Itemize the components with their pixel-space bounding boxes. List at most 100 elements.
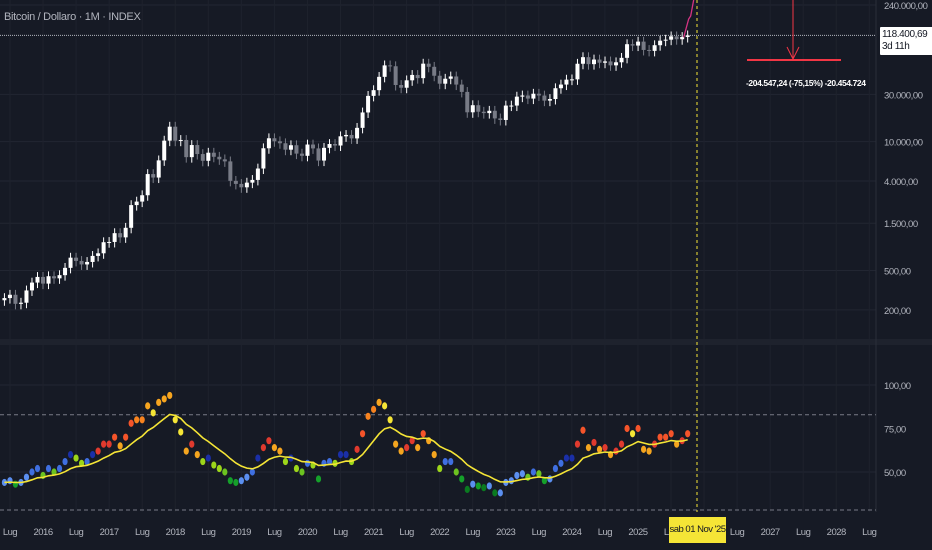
candle-body bbox=[470, 105, 475, 113]
candle-body bbox=[569, 79, 574, 81]
crosshair-date-label: sab 01 Nov '25 bbox=[669, 517, 726, 543]
indicator-dot bbox=[227, 477, 233, 485]
candle-body bbox=[399, 85, 404, 88]
indicator-dot bbox=[431, 451, 437, 459]
time-axis-label: Lug bbox=[333, 527, 348, 538]
candle-body bbox=[239, 183, 244, 188]
indicator-dot bbox=[139, 416, 145, 424]
indicator-dot bbox=[569, 454, 575, 462]
candle-body bbox=[498, 118, 503, 120]
candle-body bbox=[636, 41, 641, 46]
indicator-dot bbox=[315, 475, 322, 483]
time-axis-label: 2024 bbox=[562, 527, 581, 538]
time-axis-label: 2022 bbox=[430, 527, 449, 538]
candle-body bbox=[151, 174, 156, 178]
candle-body bbox=[344, 134, 349, 137]
indicator-dot bbox=[519, 470, 525, 478]
indicator-dot bbox=[271, 444, 278, 452]
price-axis-label: 10.000,00 bbox=[884, 138, 923, 149]
indicator-dot bbox=[293, 464, 300, 473]
indicator-dot bbox=[514, 471, 520, 480]
candle-body bbox=[608, 61, 613, 66]
indicator-dot bbox=[530, 468, 536, 476]
candle-body bbox=[79, 260, 84, 265]
candle-body bbox=[669, 36, 674, 40]
candle-body bbox=[277, 141, 282, 144]
candle-body bbox=[255, 168, 260, 180]
candle-body bbox=[525, 95, 530, 99]
candle-body bbox=[29, 282, 34, 291]
time-axis-label: Lug bbox=[598, 527, 613, 538]
candle-body bbox=[674, 36, 679, 40]
candle-body bbox=[261, 148, 266, 169]
candle-body bbox=[564, 79, 569, 85]
indicator-dot bbox=[282, 457, 289, 466]
candle-body bbox=[459, 84, 464, 92]
indicator-dot bbox=[635, 424, 641, 433]
indicator-axis-label: 75,00 bbox=[884, 425, 906, 436]
indicator-dot bbox=[73, 454, 79, 462]
indicator-dot bbox=[45, 464, 52, 473]
candle-body bbox=[46, 276, 51, 284]
candle-body bbox=[338, 136, 343, 146]
indicator-dot bbox=[112, 433, 118, 441]
indicator-dot bbox=[299, 468, 305, 476]
candle-body bbox=[294, 145, 299, 154]
indicator-dot bbox=[591, 438, 597, 447]
projection-line bbox=[683, 0, 695, 38]
indicator-dot bbox=[34, 464, 41, 473]
candle-body bbox=[592, 59, 596, 65]
indicator-dot bbox=[7, 477, 13, 485]
indicator-dot bbox=[205, 454, 211, 462]
indicator-axis-label: 100,00 bbox=[884, 381, 911, 392]
candle-body bbox=[658, 40, 663, 46]
candle-body bbox=[156, 160, 161, 178]
candle-body bbox=[134, 201, 139, 206]
indicator-dot bbox=[646, 447, 652, 455]
indicator-dot bbox=[640, 445, 647, 453]
candle-body bbox=[90, 255, 95, 262]
indicator-dot bbox=[398, 447, 404, 455]
candle-body bbox=[57, 275, 62, 279]
indicator-dot bbox=[404, 444, 410, 452]
indicator-dot bbox=[624, 424, 630, 433]
candle-body bbox=[283, 143, 288, 150]
candle-body bbox=[393, 66, 398, 86]
price-axis-label: 1.500,00 bbox=[884, 219, 918, 230]
price-axis-label: 240.000,00 bbox=[884, 1, 928, 12]
indicator-dot bbox=[211, 461, 217, 469]
indicator-dot bbox=[145, 402, 151, 410]
candle-body bbox=[492, 110, 497, 119]
price-axis-label: 500,00 bbox=[884, 266, 911, 277]
price-axis-label: 4.000,00 bbox=[884, 177, 918, 188]
candle-body bbox=[404, 80, 409, 88]
candle-body bbox=[228, 161, 233, 181]
indicator-dot bbox=[128, 419, 134, 427]
candle-body bbox=[476, 105, 481, 112]
indicator-dot bbox=[470, 480, 476, 488]
indicator-dot bbox=[337, 451, 344, 459]
indicator-dot bbox=[420, 430, 426, 438]
candle-body bbox=[211, 152, 216, 157]
indicator-dot bbox=[475, 482, 481, 490]
indicator-dot bbox=[464, 485, 470, 493]
candle-body bbox=[52, 276, 57, 279]
indicator-dot bbox=[161, 395, 167, 403]
candle-body bbox=[68, 257, 73, 268]
indicator-dot bbox=[563, 454, 570, 462]
symbol-title: Bitcoin / Dollaro · 1M · INDEX bbox=[4, 11, 141, 23]
candle-body bbox=[366, 95, 371, 113]
time-axis-label: 2025 bbox=[628, 527, 647, 538]
indicator-dot bbox=[376, 398, 382, 406]
indicator-dot bbox=[668, 430, 674, 438]
indicator-dot bbox=[574, 440, 581, 448]
candle-body bbox=[112, 233, 117, 242]
candle-body bbox=[288, 145, 293, 150]
indicator-dot bbox=[62, 457, 68, 466]
candle-body bbox=[327, 144, 332, 148]
indicator-dot bbox=[189, 440, 195, 448]
indicator-dot bbox=[134, 416, 140, 424]
indicator-dot bbox=[183, 447, 189, 455]
candle-body bbox=[619, 57, 624, 63]
indicator-dot bbox=[260, 444, 266, 452]
